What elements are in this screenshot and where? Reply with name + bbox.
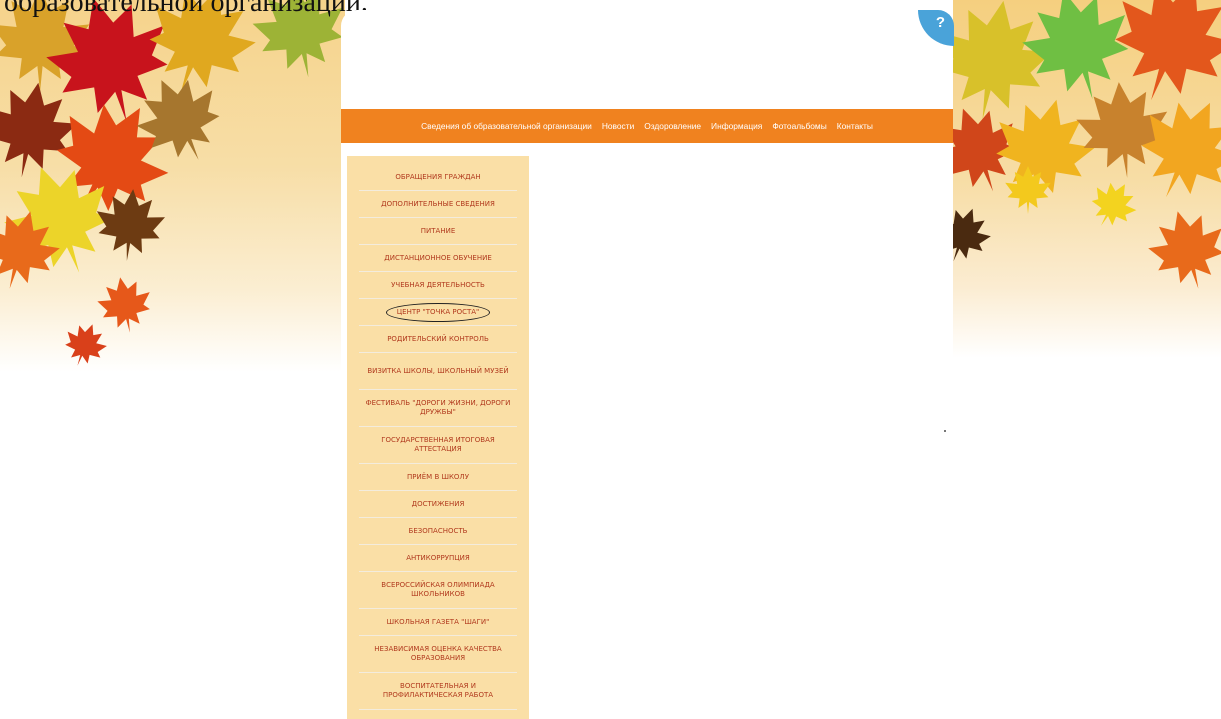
maple-leaf-icon: [0, 0, 345, 372]
sidebar-item-citizen-appeals[interactable]: ОБРАЩЕНИЯ ГРАЖДАН: [359, 164, 517, 191]
nav-item-about-organization[interactable]: Сведения об образовательной организации: [421, 121, 592, 131]
nav-item-photo-albums[interactable]: Фотоальбомы: [772, 121, 826, 131]
sidebar-item-growth-point-center[interactable]: ЦЕНТР "ТОЧКА РОСТА": [359, 299, 517, 326]
sidebar-item-label: ЦЕНТР "ТОЧКА РОСТА": [385, 302, 491, 322]
maple-leaf-icon: [953, 0, 1221, 299]
sidebar-item-achievements[interactable]: ДОСТИЖЕНИЯ: [359, 491, 517, 518]
sidebar-menu: ОБРАЩЕНИЯ ГРАЖДАН ДОПОЛНИТЕЛЬНЫЕ СВЕДЕНИ…: [347, 156, 529, 719]
autumn-leaves-right: [953, 0, 1221, 358]
sidebar-item-anticorruption[interactable]: АНТИКОРРУПЦИЯ: [359, 545, 517, 572]
nav-item-contacts[interactable]: Контакты: [837, 121, 873, 131]
sidebar-item-school-newspaper[interactable]: ШКОЛЬНАЯ ГАЗЕТА "ШАГИ": [359, 609, 517, 636]
sidebar-item-additional-info[interactable]: ДОПОЛНИТЕЛЬНЫЕ СВЕДЕНИЯ: [359, 191, 517, 218]
sidebar-item-distance-learning[interactable]: ДИСТАНЦИОННОЕ ОБУЧЕНИЕ: [359, 245, 517, 272]
sidebar-item-state-final-attestation[interactable]: ГОСУДАРСТВЕННАЯ ИТОГОВАЯ АТТЕСТАЦИЯ: [359, 427, 517, 464]
autumn-leaves-left: [0, 0, 345, 372]
sidebar-item-safety[interactable]: БЕЗОПАСНОСТЬ: [359, 518, 517, 545]
sidebar-item-school-card-museum[interactable]: ВИЗИТКА ШКОЛЫ, ШКОЛЬНЫЙ МУЗЕЙ: [359, 353, 517, 390]
nav-item-news[interactable]: Новости: [602, 121, 634, 131]
nav-item-recreation[interactable]: Оздоровление: [644, 121, 701, 131]
sidebar-item-nutrition[interactable]: ПИТАНИЕ: [359, 218, 517, 245]
top-caption: образовательной организации.: [4, 0, 368, 18]
sidebar-item-festival[interactable]: ФЕСТИВАЛЬ "ДОРОГИ ЖИЗНИ, ДОРОГИ ДРУЖБЫ": [359, 390, 517, 427]
sidebar-item-educational-work[interactable]: ВОСПИТАТЕЛЬНАЯ И ПРОФИЛАКТИЧЕСКАЯ РАБОТА: [359, 673, 517, 710]
sidebar-item-education-quality[interactable]: НЕЗАВИСИМАЯ ОЦЕНКА КАЧЕСТВА ОБРАЗОВАНИЯ: [359, 636, 517, 673]
sidebar-item-educational-activity[interactable]: УЧЕБНАЯ ДЕЯТЕЛЬНОСТЬ: [359, 272, 517, 299]
decorative-dot: [944, 430, 946, 432]
sidebar-item-parental-control[interactable]: РОДИТЕЛЬСКИЙ КОНТРОЛЬ: [359, 326, 517, 353]
sidebar-item-school-admission[interactable]: ПРИЁМ В ШКОЛУ: [359, 464, 517, 491]
sidebar-item-olympiad[interactable]: ВСЕРОССИЙСКАЯ ОЛИМПИАДА ШКОЛЬНИКОВ: [359, 572, 517, 609]
top-navigation: Сведения об образовательной организации …: [341, 109, 953, 143]
nav-item-information[interactable]: Информация: [711, 121, 762, 131]
